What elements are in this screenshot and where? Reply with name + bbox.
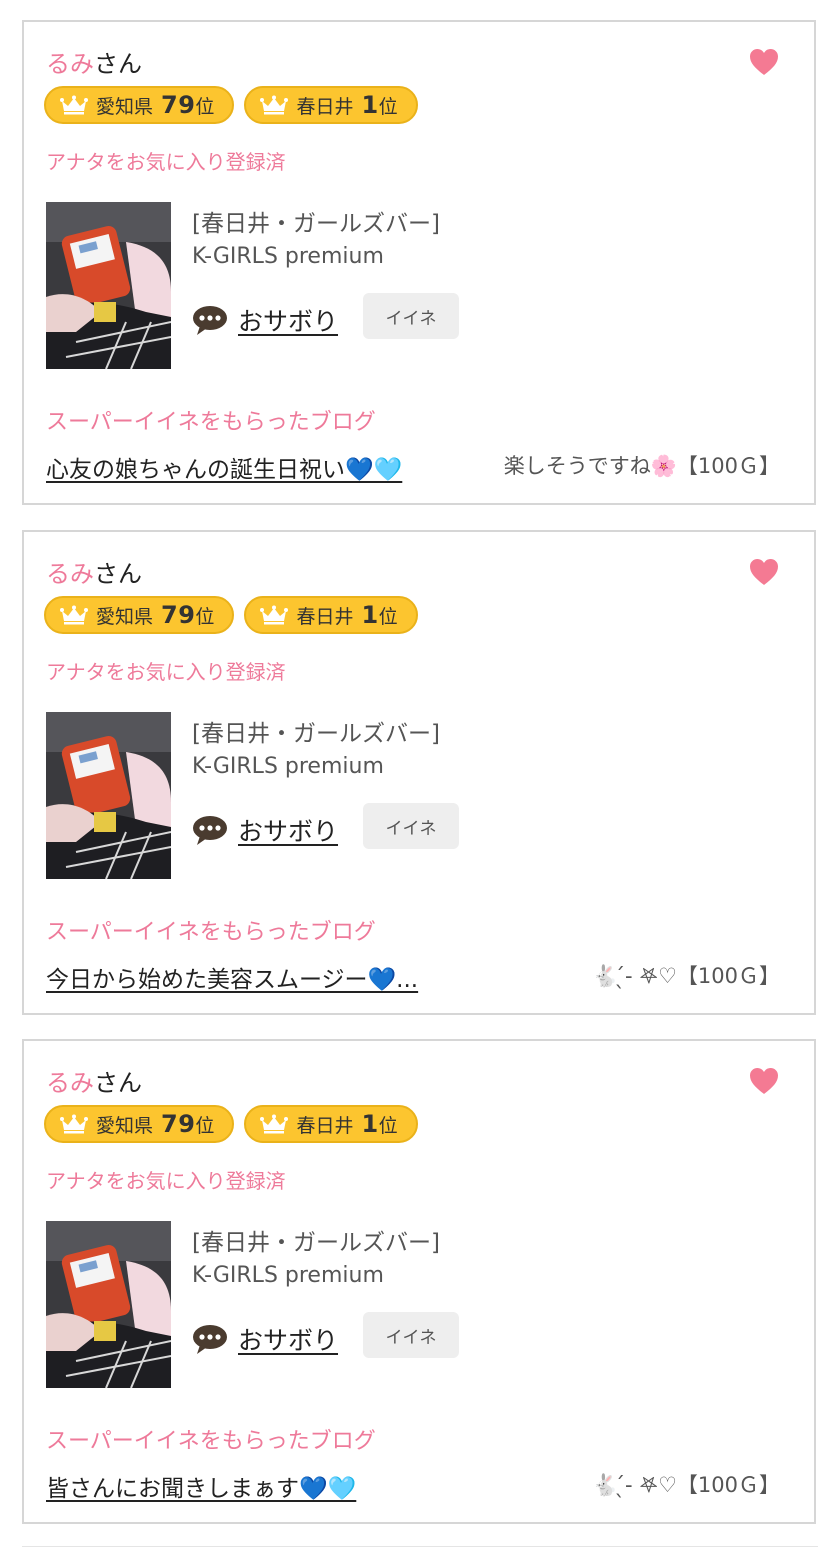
badge-rank-unit: 位 <box>195 1114 215 1137</box>
cast-status-link[interactable]: おサボり <box>238 302 338 338</box>
badge-rank: 79 <box>161 91 196 119</box>
badge-rank: 1 <box>361 91 379 119</box>
divider <box>22 1546 818 1547</box>
shop-category: [春日井・ガールズバー] <box>192 721 440 747</box>
heart-icon[interactable] <box>748 556 780 588</box>
cast-name-suffix: さん <box>94 560 142 588</box>
shop-name[interactable]: K-GIRLS premium <box>192 1263 384 1288</box>
heart-icon[interactable] <box>748 1065 780 1097</box>
super-iine-heading: スーパーイイネをもらったブログ <box>46 410 376 435</box>
iine-button[interactable]: イイネ <box>363 1312 459 1358</box>
crown-icon <box>60 1114 88 1134</box>
ranking-badges: 愛知県 79 位 春日井 1 位 <box>44 86 418 124</box>
cast-photo-image <box>46 202 171 369</box>
badge-label: 春日井 <box>296 95 354 118</box>
badge-label: 愛知県 <box>96 1114 154 1137</box>
badge-rank-unit: 位 <box>195 605 215 628</box>
cast-name[interactable]: るみさん <box>46 1063 142 1098</box>
badge-rank-unit: 位 <box>195 95 215 118</box>
chat-bubble-icon <box>193 816 227 845</box>
super-iine-heading: スーパーイイネをもらったブログ <box>46 920 376 945</box>
super-iine-heading: スーパーイイネをもらったブログ <box>46 1429 376 1454</box>
badge-rank: 1 <box>361 601 379 629</box>
shop-category: [春日井・ガールズバー] <box>192 1230 440 1256</box>
ranking-badges: 愛知県 79 位 春日井 1 位 <box>44 596 418 634</box>
shop-name[interactable]: K-GIRLS premium <box>192 244 384 269</box>
cast-status-link[interactable]: おサボり <box>238 1321 338 1357</box>
ranking-badges: 愛知県 79 位 春日井 1 位 <box>44 1105 418 1143</box>
cast-photo[interactable] <box>46 1221 171 1388</box>
blog-card: るみさん 愛知県 79 位 春日井 1 位 アナタをお気に入り登録済 [春日井・… <box>22 530 816 1015</box>
cast-name-suffix: さん <box>94 1069 142 1097</box>
cast-status-link[interactable]: おサボり <box>238 812 338 848</box>
badge-label: 春日井 <box>296 605 354 628</box>
ranking-badge-prefecture[interactable]: 愛知県 79 位 <box>44 1105 235 1143</box>
blog-title-link[interactable]: 皆さんにお聞きしまぁす💙🩵 <box>46 1469 356 1503</box>
favorite-status: アナタをお気に入り登録済 <box>46 1169 286 1193</box>
favorite-status: アナタをお気に入り登録済 <box>46 150 286 174</box>
cast-photo-image <box>46 712 171 879</box>
cast-name[interactable]: るみさん <box>46 44 142 79</box>
favorite-status: アナタをお気に入り登録済 <box>46 660 286 684</box>
blog-title-link[interactable]: 心友の娘ちゃんの誕生日祝い💙🩵 <box>46 450 402 484</box>
super-iine-comment: 楽しそうですね🌸【100Ｇ】 <box>503 454 780 478</box>
badge-label: 愛知県 <box>96 95 154 118</box>
badge-rank-unit: 位 <box>378 1114 398 1137</box>
cast-photo-image <box>46 1221 171 1388</box>
ranking-badge-city[interactable]: 春日井 1 位 <box>244 1105 418 1143</box>
blog-title-link[interactable]: 今日から始めた美容スムージー💙... <box>46 960 418 994</box>
heart-icon[interactable] <box>748 46 780 78</box>
crown-icon <box>60 605 88 625</box>
blog-card: るみさん 愛知県 79 位 春日井 1 位 アナタをお気に入り登録済 [春日井・… <box>22 20 816 505</box>
badge-rank: 1 <box>361 1110 379 1138</box>
cast-name-text[interactable]: るみ <box>46 1069 94 1097</box>
iine-button[interactable]: イイネ <box>363 293 459 339</box>
shop-category: [春日井・ガールズバー] <box>192 211 440 237</box>
badge-label: 春日井 <box>296 1114 354 1137</box>
blog-card: るみさん 愛知県 79 位 春日井 1 位 アナタをお気に入り登録済 [春日井・… <box>22 1039 816 1524</box>
cast-photo[interactable] <box>46 202 171 369</box>
cast-name[interactable]: るみさん <box>46 554 142 589</box>
badge-rank: 79 <box>161 601 196 629</box>
crown-icon <box>260 95 289 115</box>
crown-icon <box>60 95 88 115</box>
crown-icon <box>260 605 289 625</box>
ranking-badge-city[interactable]: 春日井 1 位 <box>244 86 418 124</box>
cast-name-text[interactable]: るみ <box>46 50 94 78</box>
super-iine-comment: 🐇 ̖́-‌ 𖤐♡【100Ｇ】 <box>592 1473 780 1497</box>
ranking-badge-city[interactable]: 春日井 1 位 <box>244 596 418 634</box>
super-iine-comment: 🐇 ̖́-‌ 𖤐♡【100Ｇ】 <box>592 964 780 988</box>
badge-rank-unit: 位 <box>378 95 398 118</box>
iine-button[interactable]: イイネ <box>363 803 459 849</box>
shop-name[interactable]: K-GIRLS premium <box>192 754 384 779</box>
cast-name-suffix: さん <box>94 50 142 78</box>
cast-name-text[interactable]: るみ <box>46 560 94 588</box>
cast-photo[interactable] <box>46 712 171 879</box>
chat-bubble-icon <box>193 306 227 335</box>
ranking-badge-prefecture[interactable]: 愛知県 79 位 <box>44 596 235 634</box>
badge-label: 愛知県 <box>96 605 154 628</box>
badge-rank: 79 <box>161 1110 196 1138</box>
chat-bubble-icon <box>193 1325 227 1354</box>
badge-rank-unit: 位 <box>378 605 398 628</box>
ranking-badge-prefecture[interactable]: 愛知県 79 位 <box>44 86 235 124</box>
crown-icon <box>260 1114 289 1134</box>
